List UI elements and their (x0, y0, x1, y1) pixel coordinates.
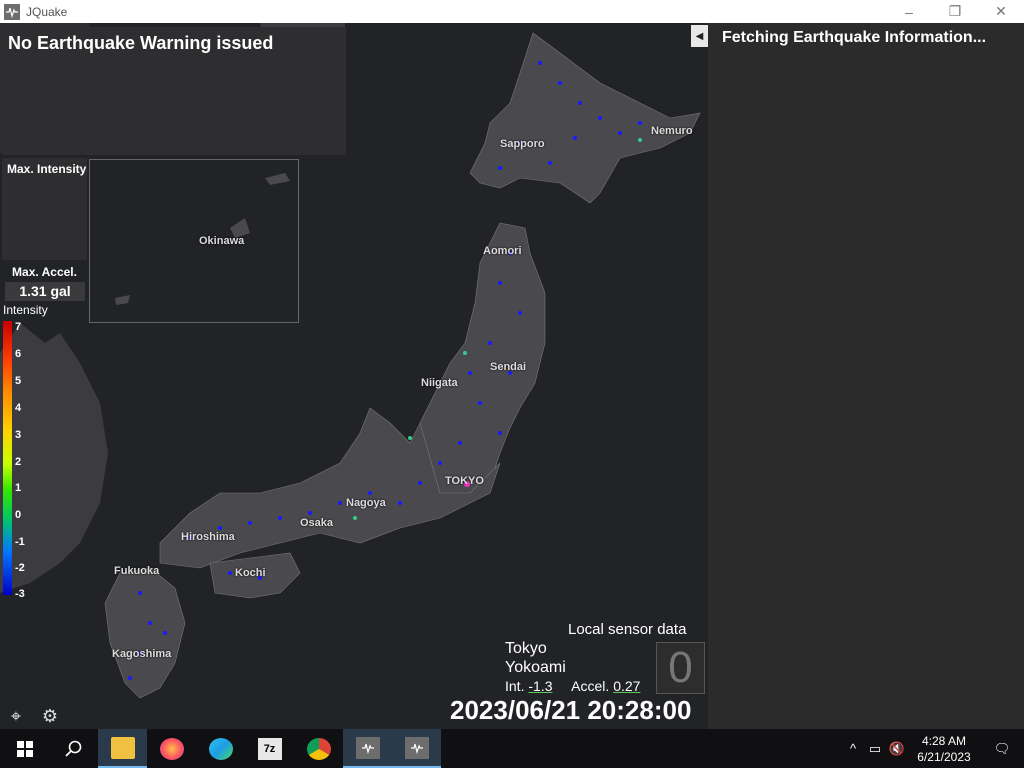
local-sensor-title: Local sensor data (568, 621, 687, 638)
scale-label: -2 (15, 562, 25, 574)
edge-icon (208, 737, 233, 760)
city-label-sapporo: Sapporo (500, 138, 545, 150)
jquake-icon (355, 736, 380, 759)
city-label-niigata: Niigata (421, 377, 458, 389)
city-label-nemuro: Nemuro (651, 125, 693, 137)
locate-button[interactable]: ⌖ (5, 705, 27, 727)
taskbar-chrome[interactable] (294, 729, 343, 768)
taskbar-edge[interactable] (196, 729, 245, 768)
scale-label: 3 (15, 429, 22, 441)
taskbar: 7z ^ ▭ 🔇 4:28 AM 6/21/2023 🗨 (0, 729, 1024, 768)
max-accel-value: 1.31 gal (5, 282, 85, 301)
system-tray: ^ ▭ 🔇 4:28 AM 6/21/2023 🗨 (842, 729, 1024, 768)
sensor-metrics: Int. -1.3 Accel. 0.27 (505, 678, 640, 694)
scale-label: 0 (15, 509, 22, 521)
scale-label: 2 (15, 456, 22, 468)
sevenzip-icon: 7z (257, 737, 282, 760)
city-label-kochi: Kochi (235, 567, 266, 579)
scale-label: 1 (15, 482, 22, 494)
close-button[interactable]: ✕ (978, 0, 1024, 23)
maximize-button[interactable]: ❐ (932, 0, 978, 23)
sensor-intensity-display: 0 (656, 642, 705, 694)
intensity-color-bar (3, 321, 12, 595)
collapse-panel-button[interactable]: ◀ (691, 25, 708, 47)
sensor-accel-label: Accel. (571, 678, 610, 694)
search-icon (64, 740, 81, 757)
okinawa-inset (89, 159, 299, 323)
start-button[interactable] (0, 729, 49, 768)
earthquake-map[interactable]: No Earthquake Warning issued Max. Intens… (0, 23, 708, 729)
city-label-sendai: Sendai (490, 361, 527, 373)
notification-icon[interactable]: 🗨 (980, 741, 1024, 757)
search-button[interactable] (49, 729, 98, 768)
intensity-scale-title: Intensity (3, 303, 48, 317)
sensor-int-label: Int. (505, 678, 525, 694)
clock-date: 6/21/2023 (917, 749, 971, 764)
jquake-icon (404, 736, 429, 759)
city-label-osaka: Osaka (300, 517, 334, 529)
clock[interactable]: 4:28 AM 6/21/2023 (908, 733, 980, 765)
settings-button[interactable]: ⚙ (39, 705, 61, 727)
chrome-icon (306, 737, 331, 760)
chevron-up-icon[interactable]: ^ (842, 741, 864, 756)
scale-label: -3 (15, 588, 25, 600)
scale-label: 5 (15, 375, 22, 387)
city-label-nagoya: Nagoya (346, 497, 386, 509)
sensor-station: Yokoami (505, 659, 566, 676)
taskbar-file-explorer[interactable] (98, 729, 147, 768)
city-label-tokyo: TOKYO (445, 475, 484, 487)
scale-label: 7 (15, 321, 22, 333)
warning-status: No Earthquake Warning issued (8, 33, 274, 53)
max-accel-label: Max. Accel. (12, 265, 77, 279)
warning-panel: No Earthquake Warning issued (2, 27, 346, 155)
taskbar-firefox[interactable] (147, 729, 196, 768)
max-intensity-panel: Max. Intensity (2, 158, 87, 260)
taskbar-jquake-2[interactable] (392, 729, 441, 768)
city-label-okinawa: Okinawa (199, 235, 245, 247)
taskbar-7zip[interactable]: 7z (245, 729, 294, 768)
scale-label: 6 (15, 348, 22, 360)
scale-label: -1 (15, 536, 25, 548)
sensor-accel-value: 0.27 (613, 678, 641, 694)
scale-label: 4 (15, 402, 22, 414)
earthquake-info-panel: Fetching Earthquake Information... (708, 23, 1024, 729)
sensor-city: Tokyo (505, 640, 547, 657)
folder-icon (110, 736, 135, 759)
network-icon[interactable]: ▭ (864, 741, 886, 757)
sensor-int-value: -1.3 (528, 678, 553, 694)
city-label-fukuoka: Fukuoka (114, 565, 160, 577)
window-title: JQuake (26, 4, 68, 19)
jquake-app-icon (4, 3, 20, 20)
volume-muted-icon[interactable]: 🔇 (886, 741, 908, 757)
title-bar: JQuake – ❐ ✕ (0, 0, 1024, 23)
firefox-icon (159, 737, 184, 760)
city-label-hiroshima: Hiroshima (181, 531, 235, 543)
clock-time: 4:28 AM (921, 733, 967, 748)
panel-title: Fetching Earthquake Information... (722, 29, 987, 46)
windows-icon (16, 740, 33, 757)
minimize-button[interactable]: – (886, 0, 932, 23)
current-datetime: 2023/06/21 20:28:00 (450, 695, 692, 725)
city-label-kagoshima: Kagoshima (112, 648, 172, 660)
max-intensity-label: Max. Intensity (7, 162, 87, 176)
city-label-aomori: Aomori (483, 245, 522, 257)
taskbar-jquake[interactable] (343, 729, 392, 768)
